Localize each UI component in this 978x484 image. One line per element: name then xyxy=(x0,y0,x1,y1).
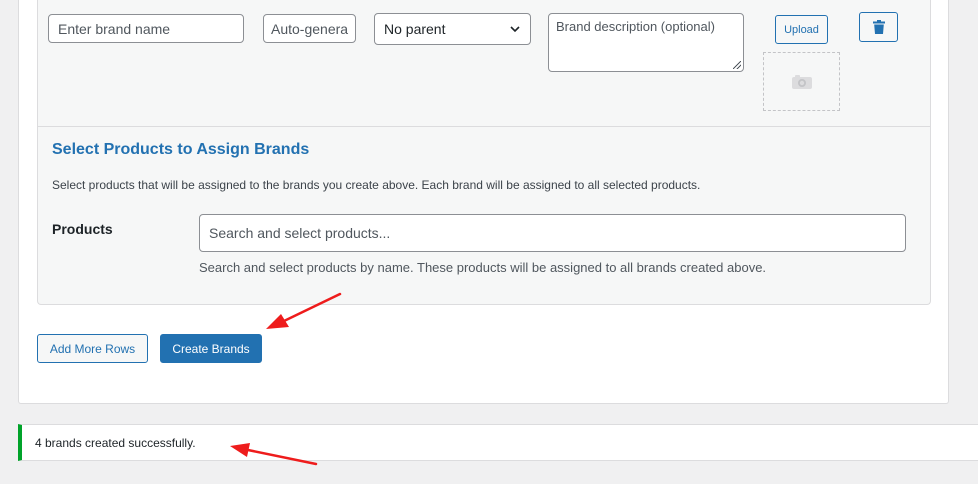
section-title: Select Products to Assign Brands xyxy=(52,141,310,158)
create-brands-button[interactable]: Create Brands xyxy=(160,334,262,363)
success-notice-message: 4 brands created successfully. xyxy=(35,435,196,450)
delete-row-button[interactable] xyxy=(859,12,898,42)
section-description: Select products that will be assigned to… xyxy=(52,178,701,192)
create-brands-label: Create Brands xyxy=(172,341,250,356)
upload-button[interactable]: Upload xyxy=(775,15,828,44)
success-notice: 4 brands created successfully. xyxy=(18,424,978,461)
upload-button-label: Upload xyxy=(784,23,819,36)
brand-slug-placeholder: Auto-genera xyxy=(271,20,349,37)
resize-handle-icon[interactable] xyxy=(733,61,741,69)
camera-icon xyxy=(791,74,812,89)
brand-description-textarea[interactable]: Brand description (optional) xyxy=(548,13,744,72)
products-search-input[interactable]: Search and select products... xyxy=(199,214,906,252)
products-help-text: Search and select products by name. Thes… xyxy=(199,260,767,275)
add-more-rows-label: Add More Rows xyxy=(49,341,136,356)
add-more-rows-button[interactable]: Add More Rows xyxy=(37,334,148,363)
brand-image-preview xyxy=(763,52,840,111)
brand-name-placeholder: Enter brand name xyxy=(58,20,171,37)
brand-slug-input[interactable]: Auto-genera xyxy=(263,14,356,43)
products-search-placeholder: Search and select products... xyxy=(209,225,391,241)
products-label: Products xyxy=(52,221,113,237)
parent-brand-selected: No parent xyxy=(384,21,446,37)
brand-name-input[interactable]: Enter brand name xyxy=(48,14,244,43)
parent-brand-select[interactable]: No parent xyxy=(374,13,531,45)
trash-icon xyxy=(872,20,885,34)
brand-description-placeholder: Brand description (optional) xyxy=(556,19,715,34)
chevron-down-icon xyxy=(510,26,520,33)
